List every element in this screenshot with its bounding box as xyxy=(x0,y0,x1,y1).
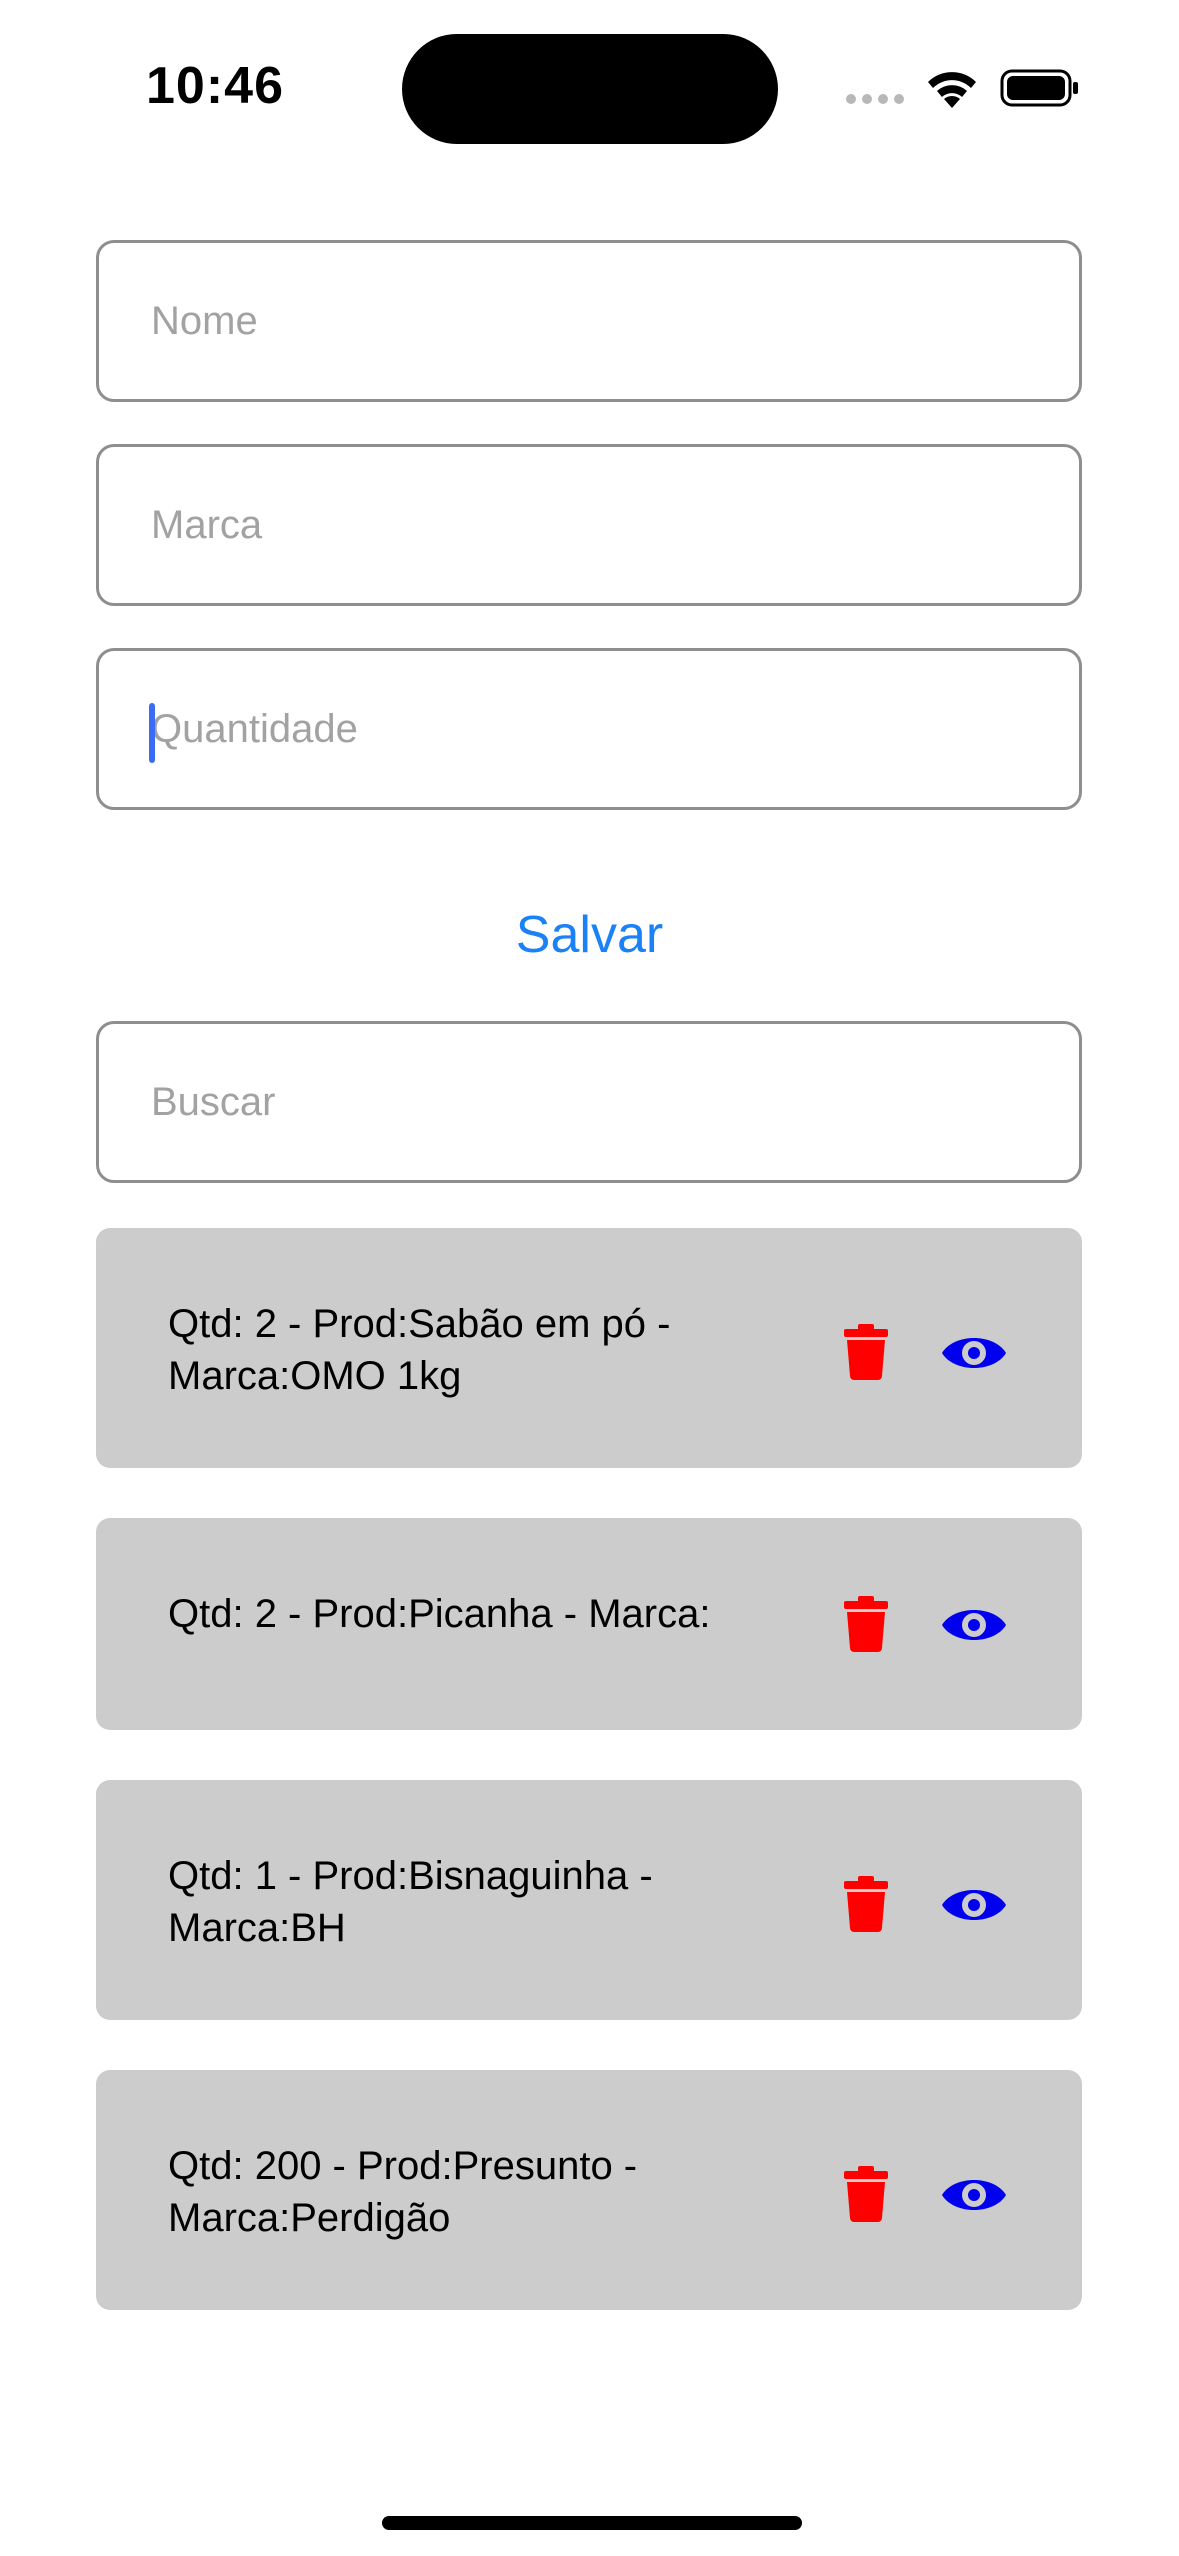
search-input[interactable] xyxy=(149,1078,1079,1126)
product-card: Qtd: 1 - Prod:Bisnaguinha - Marca:BH xyxy=(96,1780,1082,2020)
save-button[interactable]: Salvar xyxy=(0,900,1179,970)
trash-icon[interactable] xyxy=(844,2166,888,2222)
trash-icon[interactable] xyxy=(844,1876,888,1932)
eye-icon[interactable] xyxy=(940,1880,1008,1930)
product-text: Qtd: 1 - Prod:Bisnaguinha - Marca:BH xyxy=(168,1854,653,1950)
dynamic-island xyxy=(402,34,778,144)
wifi-icon xyxy=(928,72,976,108)
text-caret xyxy=(149,703,155,763)
trash-icon[interactable] xyxy=(844,1324,888,1380)
home-indicator[interactable] xyxy=(382,2516,802,2530)
eye-icon[interactable] xyxy=(940,1600,1008,1650)
cellular-signal-icon xyxy=(846,94,904,104)
eye-icon[interactable] xyxy=(940,1328,1008,1378)
product-text: Qtd: 200 - Prod:Presunto - Marca:Perdigã… xyxy=(168,2144,638,2240)
search-field[interactable] xyxy=(96,1021,1082,1183)
product-card: Qtd: 2 - Prod:Sabão em pó - Marca:OMO 1k… xyxy=(96,1228,1082,1468)
trash-icon[interactable] xyxy=(844,1596,888,1652)
brand-field[interactable] xyxy=(96,444,1082,606)
product-card: Qtd: 200 - Prod:Presunto - Marca:Perdigã… xyxy=(96,2070,1082,2310)
brand-input[interactable] xyxy=(149,501,1079,549)
product-text: Qtd: 2 - Prod:Picanha - Marca: xyxy=(168,1592,711,1636)
product-text: Qtd: 2 - Prod:Sabão em pó - Marca:OMO 1k… xyxy=(168,1302,671,1398)
product-card: Qtd: 2 - Prod:Picanha - Marca: xyxy=(96,1518,1082,1730)
eye-icon[interactable] xyxy=(940,2170,1008,2220)
screen: 10:46 Salvar Qtd: 2 - Prod:Sabão em pó -… xyxy=(0,0,1179,2556)
battery-icon xyxy=(1000,69,1078,107)
name-field[interactable] xyxy=(96,240,1082,402)
quantity-input[interactable] xyxy=(149,705,1079,753)
name-input[interactable] xyxy=(149,297,1079,345)
status-time: 10:46 xyxy=(146,57,284,115)
quantity-field[interactable] xyxy=(96,648,1082,810)
